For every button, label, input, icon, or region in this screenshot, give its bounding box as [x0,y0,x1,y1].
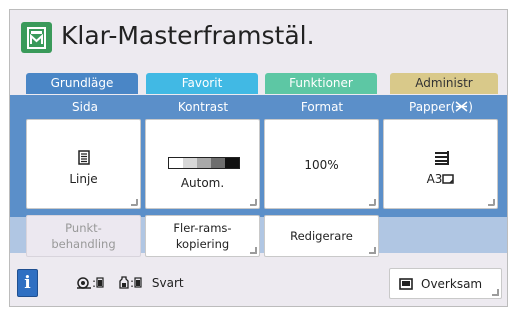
contrast-label: Kontrast [177,100,229,114]
dot-processing-button[interactable]: Punkt- behandling [26,215,141,257]
format-value: 100% [304,158,339,172]
paper-stack-icon [434,150,450,169]
contrast-value: Autom. [180,176,225,190]
paper-label-suffix: ) [468,100,473,114]
idle-label: Overksam [421,277,483,291]
contrast-scale-icon [168,157,240,169]
master-icon [21,22,52,53]
paper-orientation-icon [442,174,455,184]
tile-corner-mark [369,199,376,206]
multi-up-label: Fler-rams- kopiering [173,221,232,251]
idle-icon [399,278,413,293]
header: Klar-Masterframstäl. [10,10,507,70]
paper-tile[interactable]: A3 [383,119,498,209]
x-tray-icon [455,100,468,114]
tab-functions[interactable]: Funktioner [265,73,377,94]
format-tile[interactable]: 100% [264,119,379,209]
footer: i : : Svart Overksam [10,260,507,306]
page-tile[interactable]: Linje [26,119,141,209]
drum-icon [77,277,91,289]
document-lines-icon [78,150,90,169]
multi-up-button[interactable]: Fler-rams- kopiering [145,215,260,257]
drum-status: : [76,276,104,290]
ink-bottle-icon [119,276,129,289]
tile-corner-mark [488,199,495,206]
idle-button[interactable]: Overksam [389,268,502,299]
page-value: Linje [69,172,98,186]
editor-label: Redigerare [290,229,353,243]
paper-label-text: Papper( [409,100,456,114]
tile-corner-mark [131,199,138,206]
tab-basic[interactable]: Grundläge [26,73,138,94]
format-label: Format [300,100,344,114]
screen: Klar-Masterframstäl. Grundläge Favorit F… [9,9,508,307]
contrast-tile[interactable]: Autom. [145,119,260,209]
button-corner-mark [492,289,499,296]
tile-corner-mark [250,199,257,206]
page-title: Klar-Masterframstäl. [61,21,315,50]
page-label: Sida [72,100,98,114]
info-button[interactable]: i [17,269,38,297]
paper-label: Papper() [382,99,500,115]
paper-value: A3 [384,172,497,186]
ink-color-label: Svart [151,276,184,290]
button-corner-mark [369,247,376,254]
ink-status: : Svart [118,276,184,290]
paper-size: A3 [426,172,443,186]
tab-favorite[interactable]: Favorit [146,73,258,94]
button-corner-mark [250,247,257,254]
tab-admin[interactable]: Administr [390,73,498,94]
editor-button[interactable]: Redigerare [264,215,379,257]
